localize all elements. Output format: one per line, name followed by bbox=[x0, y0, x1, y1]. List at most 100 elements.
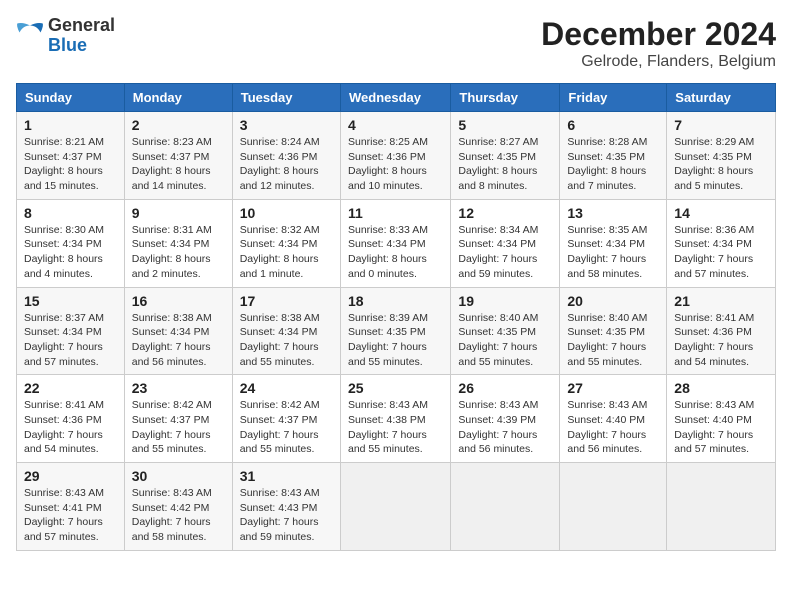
table-row: 4 Sunrise: 8:25 AMSunset: 4:36 PMDayligh… bbox=[340, 112, 450, 200]
day-number: 3 bbox=[240, 117, 333, 133]
table-row: 23 Sunrise: 8:42 AMSunset: 4:37 PMDaylig… bbox=[124, 375, 232, 463]
day-detail: Sunrise: 8:29 AMSunset: 4:35 PMDaylight:… bbox=[674, 136, 754, 192]
day-detail: Sunrise: 8:38 AMSunset: 4:34 PMDaylight:… bbox=[240, 312, 320, 368]
table-row: 2 Sunrise: 8:23 AMSunset: 4:37 PMDayligh… bbox=[124, 112, 232, 200]
day-detail: Sunrise: 8:42 AMSunset: 4:37 PMDaylight:… bbox=[240, 399, 320, 455]
calendar-week-row: 1 Sunrise: 8:21 AMSunset: 4:37 PMDayligh… bbox=[17, 112, 776, 200]
header-friday: Friday bbox=[560, 84, 667, 112]
location-title: Gelrode, Flanders, Belgium bbox=[541, 53, 776, 71]
header-sunday: Sunday bbox=[17, 84, 125, 112]
day-number: 16 bbox=[132, 293, 225, 309]
table-row: 10 Sunrise: 8:32 AMSunset: 4:34 PMDaylig… bbox=[232, 199, 340, 287]
table-row bbox=[560, 463, 667, 551]
day-number: 5 bbox=[458, 117, 552, 133]
table-row: 15 Sunrise: 8:37 AMSunset: 4:34 PMDaylig… bbox=[17, 287, 125, 375]
day-detail: Sunrise: 8:33 AMSunset: 4:34 PMDaylight:… bbox=[348, 224, 428, 280]
calendar-week-row: 22 Sunrise: 8:41 AMSunset: 4:36 PMDaylig… bbox=[17, 375, 776, 463]
day-number: 13 bbox=[567, 205, 659, 221]
day-number: 12 bbox=[458, 205, 552, 221]
day-detail: Sunrise: 8:40 AMSunset: 4:35 PMDaylight:… bbox=[458, 312, 538, 368]
table-row: 6 Sunrise: 8:28 AMSunset: 4:35 PMDayligh… bbox=[560, 112, 667, 200]
day-number: 6 bbox=[567, 117, 659, 133]
table-row: 13 Sunrise: 8:35 AMSunset: 4:34 PMDaylig… bbox=[560, 199, 667, 287]
day-number: 14 bbox=[674, 205, 768, 221]
day-number: 30 bbox=[132, 468, 225, 484]
calendar-table: Sunday Monday Tuesday Wednesday Thursday… bbox=[16, 83, 776, 551]
day-number: 22 bbox=[24, 380, 117, 396]
day-detail: Sunrise: 8:43 AMSunset: 4:38 PMDaylight:… bbox=[348, 399, 428, 455]
table-row: 25 Sunrise: 8:43 AMSunset: 4:38 PMDaylig… bbox=[340, 375, 450, 463]
day-detail: Sunrise: 8:43 AMSunset: 4:43 PMDaylight:… bbox=[240, 487, 320, 543]
day-detail: Sunrise: 8:36 AMSunset: 4:34 PMDaylight:… bbox=[674, 224, 754, 280]
table-row: 1 Sunrise: 8:21 AMSunset: 4:37 PMDayligh… bbox=[17, 112, 125, 200]
day-number: 2 bbox=[132, 117, 225, 133]
day-detail: Sunrise: 8:30 AMSunset: 4:34 PMDaylight:… bbox=[24, 224, 104, 280]
table-row: 18 Sunrise: 8:39 AMSunset: 4:35 PMDaylig… bbox=[340, 287, 450, 375]
day-number: 21 bbox=[674, 293, 768, 309]
table-row: 28 Sunrise: 8:43 AMSunset: 4:40 PMDaylig… bbox=[667, 375, 776, 463]
day-number: 28 bbox=[674, 380, 768, 396]
table-row: 12 Sunrise: 8:34 AMSunset: 4:34 PMDaylig… bbox=[451, 199, 560, 287]
day-detail: Sunrise: 8:43 AMSunset: 4:40 PMDaylight:… bbox=[567, 399, 647, 455]
day-detail: Sunrise: 8:23 AMSunset: 4:37 PMDaylight:… bbox=[132, 136, 212, 192]
day-number: 1 bbox=[24, 117, 117, 133]
table-row: 7 Sunrise: 8:29 AMSunset: 4:35 PMDayligh… bbox=[667, 112, 776, 200]
page-header: General Blue December 2024 Gelrode, Flan… bbox=[16, 16, 776, 71]
day-detail: Sunrise: 8:21 AMSunset: 4:37 PMDaylight:… bbox=[24, 136, 104, 192]
day-number: 24 bbox=[240, 380, 333, 396]
day-detail: Sunrise: 8:40 AMSunset: 4:35 PMDaylight:… bbox=[567, 312, 647, 368]
day-detail: Sunrise: 8:39 AMSunset: 4:35 PMDaylight:… bbox=[348, 312, 428, 368]
table-row: 17 Sunrise: 8:38 AMSunset: 4:34 PMDaylig… bbox=[232, 287, 340, 375]
table-row: 3 Sunrise: 8:24 AMSunset: 4:36 PMDayligh… bbox=[232, 112, 340, 200]
table-row bbox=[451, 463, 560, 551]
day-number: 31 bbox=[240, 468, 333, 484]
logo-icon bbox=[16, 22, 44, 50]
weekday-header-row: Sunday Monday Tuesday Wednesday Thursday… bbox=[17, 84, 776, 112]
day-number: 29 bbox=[24, 468, 117, 484]
day-detail: Sunrise: 8:27 AMSunset: 4:35 PMDaylight:… bbox=[458, 136, 538, 192]
day-number: 15 bbox=[24, 293, 117, 309]
logo: General Blue bbox=[16, 16, 115, 56]
day-number: 26 bbox=[458, 380, 552, 396]
table-row: 26 Sunrise: 8:43 AMSunset: 4:39 PMDaylig… bbox=[451, 375, 560, 463]
table-row: 24 Sunrise: 8:42 AMSunset: 4:37 PMDaylig… bbox=[232, 375, 340, 463]
table-row: 5 Sunrise: 8:27 AMSunset: 4:35 PMDayligh… bbox=[451, 112, 560, 200]
day-detail: Sunrise: 8:43 AMSunset: 4:41 PMDaylight:… bbox=[24, 487, 104, 543]
header-monday: Monday bbox=[124, 84, 232, 112]
logo-text: General Blue bbox=[48, 16, 115, 56]
day-detail: Sunrise: 8:42 AMSunset: 4:37 PMDaylight:… bbox=[132, 399, 212, 455]
header-wednesday: Wednesday bbox=[340, 84, 450, 112]
day-number: 25 bbox=[348, 380, 443, 396]
day-number: 23 bbox=[132, 380, 225, 396]
table-row: 29 Sunrise: 8:43 AMSunset: 4:41 PMDaylig… bbox=[17, 463, 125, 551]
day-detail: Sunrise: 8:31 AMSunset: 4:34 PMDaylight:… bbox=[132, 224, 212, 280]
table-row: 16 Sunrise: 8:38 AMSunset: 4:34 PMDaylig… bbox=[124, 287, 232, 375]
day-detail: Sunrise: 8:41 AMSunset: 4:36 PMDaylight:… bbox=[24, 399, 104, 455]
day-number: 11 bbox=[348, 205, 443, 221]
day-detail: Sunrise: 8:43 AMSunset: 4:39 PMDaylight:… bbox=[458, 399, 538, 455]
header-saturday: Saturday bbox=[667, 84, 776, 112]
day-detail: Sunrise: 8:43 AMSunset: 4:40 PMDaylight:… bbox=[674, 399, 754, 455]
day-number: 10 bbox=[240, 205, 333, 221]
day-number: 7 bbox=[674, 117, 768, 133]
day-detail: Sunrise: 8:24 AMSunset: 4:36 PMDaylight:… bbox=[240, 136, 320, 192]
day-detail: Sunrise: 8:25 AMSunset: 4:36 PMDaylight:… bbox=[348, 136, 428, 192]
table-row: 31 Sunrise: 8:43 AMSunset: 4:43 PMDaylig… bbox=[232, 463, 340, 551]
table-row bbox=[667, 463, 776, 551]
day-number: 9 bbox=[132, 205, 225, 221]
day-detail: Sunrise: 8:43 AMSunset: 4:42 PMDaylight:… bbox=[132, 487, 212, 543]
day-detail: Sunrise: 8:41 AMSunset: 4:36 PMDaylight:… bbox=[674, 312, 754, 368]
day-number: 18 bbox=[348, 293, 443, 309]
day-detail: Sunrise: 8:38 AMSunset: 4:34 PMDaylight:… bbox=[132, 312, 212, 368]
table-row: 22 Sunrise: 8:41 AMSunset: 4:36 PMDaylig… bbox=[17, 375, 125, 463]
calendar-week-row: 8 Sunrise: 8:30 AMSunset: 4:34 PMDayligh… bbox=[17, 199, 776, 287]
day-detail: Sunrise: 8:28 AMSunset: 4:35 PMDaylight:… bbox=[567, 136, 647, 192]
table-row: 14 Sunrise: 8:36 AMSunset: 4:34 PMDaylig… bbox=[667, 199, 776, 287]
day-detail: Sunrise: 8:34 AMSunset: 4:34 PMDaylight:… bbox=[458, 224, 538, 280]
table-row: 8 Sunrise: 8:30 AMSunset: 4:34 PMDayligh… bbox=[17, 199, 125, 287]
day-number: 19 bbox=[458, 293, 552, 309]
header-tuesday: Tuesday bbox=[232, 84, 340, 112]
day-number: 17 bbox=[240, 293, 333, 309]
day-number: 20 bbox=[567, 293, 659, 309]
table-row: 19 Sunrise: 8:40 AMSunset: 4:35 PMDaylig… bbox=[451, 287, 560, 375]
